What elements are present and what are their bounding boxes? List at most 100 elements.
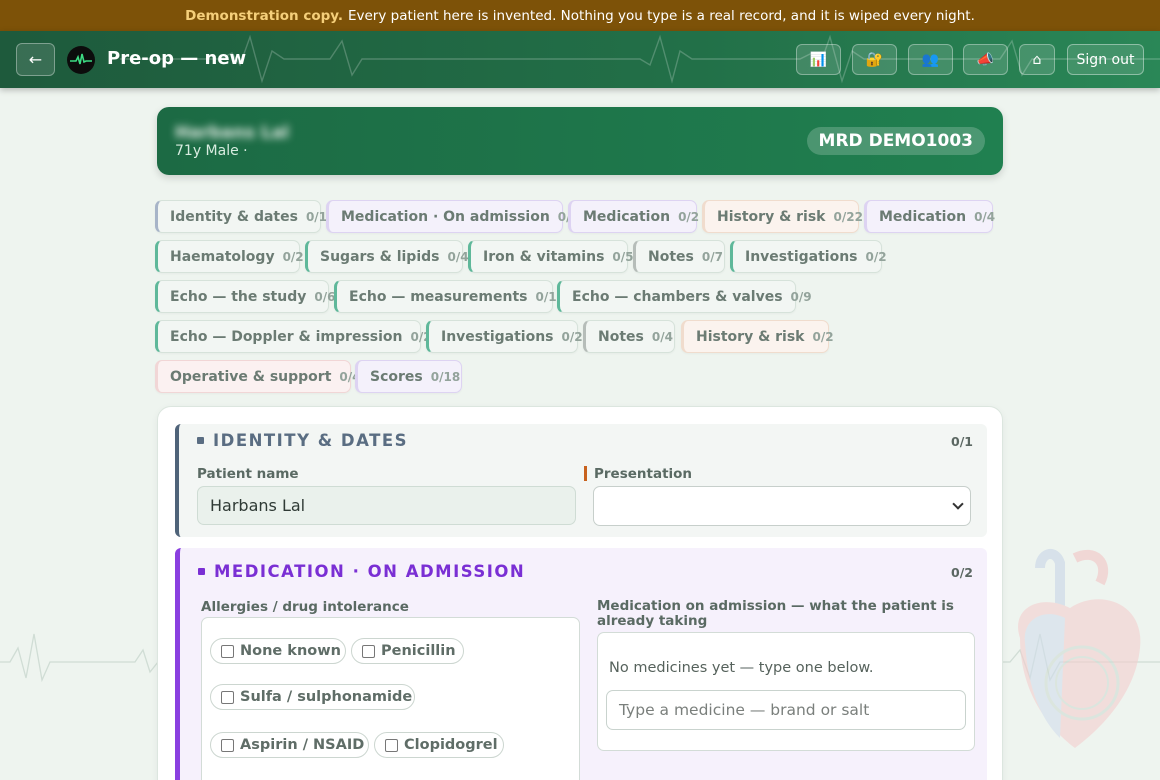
checkbox[interactable] [221, 738, 234, 752]
medication-list-box: No medicines yet — type one below. Type … [597, 632, 975, 751]
section-chip-label: Echo — measurements [349, 288, 528, 305]
section-chip[interactable]: Echo — the study 0/6 [155, 280, 335, 313]
section-chip-label: History & risk [696, 328, 805, 345]
section-bullet-icon [198, 568, 205, 575]
home-button[interactable]: ⌂ [1019, 44, 1055, 75]
section-chip[interactable]: Sugars & lipids 0/4 [305, 240, 469, 273]
allergy-option-clopidogrel[interactable]: Clopidogrel [374, 732, 504, 758]
allergy-option-sulfa[interactable]: Sulfa / sulphonamide [210, 684, 415, 710]
sign-out-button[interactable]: Sign out [1067, 44, 1144, 75]
section-chip-count: 0/5 [612, 249, 634, 264]
section-chip[interactable]: Echo — measurements 0/11 [334, 280, 565, 313]
identity-section-count: 0/1 [951, 434, 973, 449]
presentation-label: Presentation [584, 466, 692, 482]
home-icon: ⌂ [1032, 51, 1042, 68]
section-chip[interactable]: Haematology 0/2 [155, 240, 304, 273]
allergy-option-none-known[interactable]: None known [210, 638, 346, 664]
medication-admission-section: MEDICATION · ON ADMISSION 0/2 Allergies … [175, 548, 987, 780]
heart-watermark-icon [1018, 549, 1141, 748]
section-chip[interactable]: Scores 0/18 [355, 360, 462, 393]
top-bar: ← Pre-op — new 📊 🔐 👥 📣 ⌂ Sign out [0, 31, 1160, 88]
section-chip-label: Investigations [441, 328, 554, 345]
identity-section-title: IDENTITY & DATES [213, 431, 408, 450]
presentation-select[interactable] [593, 486, 971, 526]
section-nav-row: Identity & dates 0/1 Medication · On admi… [155, 200, 1005, 240]
users-button[interactable]: 👥 [908, 44, 953, 75]
demo-banner-strong: Demonstration copy. [185, 7, 343, 24]
section-chip-count: 0/2 [282, 249, 304, 264]
heartbeat-logo-icon [70, 53, 92, 65]
allergy-option-label: Aspirin / NSAID [240, 737, 365, 753]
patient-name-label: Patient name [197, 466, 299, 482]
medication-on-admission-label-line1: Medication on admission — what the patie… [597, 598, 954, 614]
section-chip-label: Scores [370, 368, 423, 385]
section-chip-count: 0/6 [314, 289, 336, 304]
section-chip[interactable]: Investigations 0/2 [426, 320, 583, 353]
section-nav-row: Haematology 0/2 Sugars & lipids 0/4 Iron &… [155, 240, 1005, 280]
section-chip-label: Operative & support [170, 368, 332, 385]
section-chip[interactable]: Investigations 0/2 [730, 240, 887, 273]
section-chip-label: Medication [583, 208, 671, 225]
section-chip-label: Echo — Doppler & impression [170, 328, 403, 345]
allergy-option-label: Sulfa / sulphonamide [240, 689, 413, 705]
identity-section: IDENTITY & DATES 0/1 Patient name Presen… [175, 424, 987, 537]
section-chip-label: Iron & vitamins [483, 248, 605, 265]
section-chip-label: History & risk [717, 208, 826, 225]
section-chip[interactable]: Medication · On admission0/2 [326, 200, 579, 233]
checkbox[interactable] [385, 738, 398, 752]
section-chip[interactable]: Notes 0/7 [633, 240, 725, 273]
users-icon: 👥 [921, 51, 940, 68]
patient-name-input[interactable] [197, 486, 576, 525]
section-chip-count: 0/2 [812, 329, 834, 344]
section-chip-label: Medication [879, 208, 967, 225]
section-chip[interactable]: Echo — Doppler & impression0/20 [155, 320, 440, 353]
patient-demographics: 71y Male · [175, 143, 248, 159]
medication-search-input[interactable]: Type a medicine — brand or salt [606, 690, 966, 730]
page-title: Pre-op — new [107, 48, 247, 69]
section-chip[interactable]: History & risk 0/2 [681, 320, 834, 353]
section-chip-count: 0/18 [430, 369, 461, 384]
section-chip[interactable]: Medication 0/2 [568, 200, 700, 233]
allergy-option-label: None known [240, 643, 341, 659]
demo-banner: Demonstration copy. Every patient here i… [0, 0, 1160, 31]
allergy-option-aspirin[interactable]: Aspirin / NSAID [210, 732, 369, 758]
section-chip-count: 0/7 [701, 249, 723, 264]
section-chip[interactable]: Iron & vitamins 0/5 [468, 240, 634, 273]
section-chip[interactable]: Operative & support 0/4 [155, 360, 361, 393]
patient-name-blurred: Harbans Lal [175, 123, 289, 143]
section-chip-count: 0/22 [833, 209, 863, 224]
allergy-option-label: Penicillin [381, 643, 456, 659]
section-chip-label: Echo — the study [170, 288, 307, 305]
section-chip[interactable]: Medication 0/4 [864, 200, 995, 233]
section-chip-label: Echo — chambers & valves [572, 288, 783, 305]
back-button[interactable]: ← [16, 43, 55, 76]
checkbox[interactable] [221, 690, 234, 704]
section-nav-row: Echo — Doppler & impression0/20 Investig… [155, 320, 1005, 360]
lock-icon: 🔐 [865, 51, 884, 68]
checkbox[interactable] [362, 644, 375, 658]
section-chip[interactable]: History & risk 0/22 [702, 200, 863, 233]
section-chip[interactable]: Identity & dates 0/1 [155, 200, 327, 233]
medication-empty-state: No medicines yet — type one below. [609, 660, 874, 676]
section-chip[interactable]: Echo — chambers & valves 0/9 [557, 280, 812, 313]
section-chip[interactable]: Notes 0/4 [583, 320, 675, 353]
chevron-down-icon [952, 498, 964, 510]
security-button[interactable]: 🔐 [852, 44, 897, 75]
identity-section-heading: IDENTITY & DATES [197, 431, 408, 450]
megaphone-icon: 📣 [976, 51, 995, 68]
patient-header-card: Harbans Lal 71y Male · MRD DEMO1003 [157, 107, 1003, 175]
demo-banner-text: Every patient here is invented. Nothing … [347, 7, 975, 24]
section-chip-count: 0/2 [561, 329, 583, 344]
allergy-option-penicillin[interactable]: Penicillin [351, 638, 464, 664]
checkbox[interactable] [221, 644, 234, 658]
medication-section-heading: MEDICATION · ON ADMISSION [198, 562, 525, 581]
analytics-button[interactable]: 📊 [796, 44, 841, 75]
section-chip-count: 0/9 [790, 289, 812, 304]
announcements-button[interactable]: 📣 [963, 44, 1008, 75]
medication-section-title: MEDICATION · ON ADMISSION [214, 562, 526, 581]
section-nav-row: Echo — the study 0/6 Echo — measurements 0… [155, 280, 1005, 320]
section-chip-label: Haematology [170, 248, 275, 265]
section-chip-count: 0/2 [678, 209, 700, 224]
section-chip-label: Identity & dates [170, 208, 298, 225]
allergies-checkbox-group: None known Penicillin Sulfa / sulphonami… [201, 617, 580, 780]
